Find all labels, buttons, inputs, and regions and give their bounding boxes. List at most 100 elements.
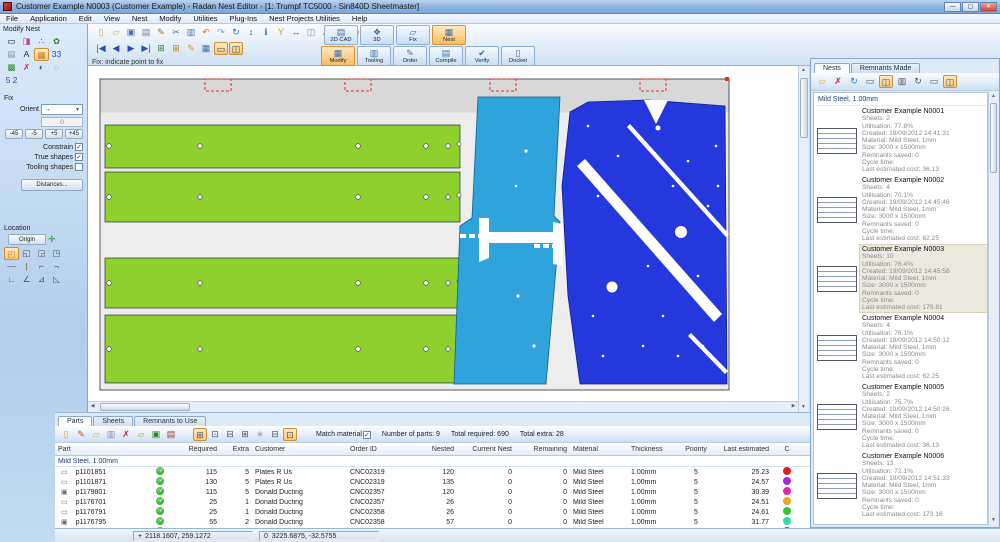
- fit-view-icon[interactable]: ↕: [244, 26, 258, 39]
- scroll-up-icon[interactable]: ▲: [799, 66, 808, 75]
- nest-canvas[interactable]: [88, 66, 798, 412]
- angle-step-button[interactable]: -45: [5, 129, 23, 139]
- add-sheet-icon[interactable]: ⊞: [154, 42, 168, 55]
- col-colour[interactable]: C: [772, 446, 802, 453]
- new-part-icon[interactable]: ▯: [59, 428, 73, 441]
- col-last-estimated[interactable]: Last estimated: [714, 446, 772, 453]
- view-large-icons-icon[interactable]: ▭: [863, 75, 877, 88]
- view-refresh-icon[interactable]: ↻: [911, 75, 925, 88]
- nests-panel-tab[interactable]: Nests: [814, 63, 850, 73]
- pencil-icon[interactable]: ✎: [154, 26, 168, 39]
- distances-button[interactable]: Distances...: [21, 179, 83, 191]
- sequence-icon[interactable]: 5 2: [4, 74, 19, 87]
- angle-step-button[interactable]: +45: [65, 129, 83, 139]
- triangle-left-icon[interactable]: ◺: [49, 273, 64, 286]
- edit-sequence-icon[interactable]: ✎: [184, 42, 198, 55]
- next-nest-icon[interactable]: ▶: [124, 42, 138, 55]
- material-group-row[interactable]: Mild Steel, 1.00mm: [55, 456, 810, 467]
- array-pair-icon[interactable]: 33: [49, 48, 64, 61]
- view-list-icon[interactable]: ⊟: [223, 428, 237, 441]
- corner-right-icon[interactable]: ¬: [49, 260, 64, 273]
- previous-nest-icon[interactable]: ◀: [109, 42, 123, 55]
- workflow-button[interactable]: ▤ Compile: [429, 46, 463, 66]
- menu-item[interactable]: Plug-Ins: [224, 14, 264, 23]
- scroll-down-icon[interactable]: ▼: [989, 516, 998, 525]
- delete-part-icon[interactable]: ✗: [19, 61, 34, 74]
- corner-top-icon[interactable]: ⌐: [34, 260, 49, 273]
- save-icon[interactable]: ▣: [124, 26, 138, 39]
- view-sort-icon[interactable]: ∗: [253, 428, 267, 441]
- origin-button[interactable]: Origin: [8, 234, 46, 245]
- align-bottom-left-icon[interactable]: ◱: [19, 247, 34, 260]
- angle-step-button[interactable]: -5: [25, 129, 43, 139]
- edit-part-icon[interactable]: ✎: [74, 428, 88, 441]
- workflow-button[interactable]: ❖ 3D: [360, 25, 394, 45]
- nest-entry[interactable]: ▱Customer Example N0005 Sheets: 2 Utilis…: [816, 383, 987, 450]
- nests-scrollbar[interactable]: ▲ ▼: [988, 92, 998, 525]
- new-drawing-icon[interactable]: ▯: [94, 26, 108, 39]
- minimize-button[interactable]: —: [944, 2, 961, 12]
- view-details-icon[interactable]: ◫: [879, 75, 893, 88]
- view-small-icon[interactable]: ⊡: [208, 428, 222, 441]
- view-list-icon[interactable]: ▥: [895, 75, 909, 88]
- undo-icon[interactable]: ↶: [199, 26, 213, 39]
- view-small-icons-icon[interactable]: ▭: [927, 75, 941, 88]
- apply-part-icon[interactable]: ▣: [149, 428, 163, 441]
- scroll-left-icon[interactable]: ◀: [88, 402, 97, 411]
- col-priority[interactable]: Priority: [678, 446, 714, 453]
- scroll-up-icon[interactable]: ▲: [989, 92, 998, 101]
- triangle-icon[interactable]: ⊿: [34, 273, 49, 286]
- parts-table-header[interactable]: Part Required Extra Customer Order ID Ne…: [55, 444, 810, 456]
- col-nested[interactable]: Nested: [412, 446, 457, 453]
- align-horizontal-icon[interactable]: —: [4, 260, 19, 273]
- text-tool-icon[interactable]: A: [19, 48, 34, 61]
- scrollbar-thumb[interactable]: [100, 403, 190, 411]
- lead-in-icon[interactable]: ✿: [49, 35, 64, 48]
- menu-item[interactable]: Application: [24, 14, 73, 23]
- import-part-icon[interactable]: ▱: [89, 428, 103, 441]
- scroll-right-icon[interactable]: ▶: [789, 402, 798, 411]
- col-material[interactable]: Material: [570, 446, 628, 453]
- tiled-window-icon[interactable]: ◫: [229, 42, 243, 55]
- checkbox[interactable]: ✓: [75, 143, 83, 151]
- print-icon[interactable]: ▤: [139, 26, 153, 39]
- report-part-icon[interactable]: ▤: [164, 428, 178, 441]
- open-nest-icon[interactable]: ▱: [815, 75, 829, 88]
- match-material-checkbox[interactable]: ✓: [363, 431, 371, 439]
- first-nest-icon[interactable]: |◀: [94, 42, 108, 55]
- dark-blue-parts[interactable]: [562, 100, 729, 384]
- workflow-button[interactable]: ▱ Fix: [396, 25, 430, 45]
- table-row[interactable]: ▭ p1101851 ✓ 115 5 Plates R Us CNC02319 …: [55, 467, 810, 477]
- fill-sheet-icon[interactable]: ▩: [4, 61, 19, 74]
- snap-points-icon[interactable]: ∴: [34, 35, 49, 48]
- menu-item[interactable]: Nest Projects Utilities: [263, 14, 346, 23]
- table-row[interactable]: ▭ p1176701 ✓ 25 1 Donald Ducting CNC0235…: [55, 497, 810, 507]
- align-vertical-icon[interactable]: |: [19, 260, 34, 273]
- redo-icon[interactable]: ↷: [214, 26, 228, 39]
- col-customer[interactable]: Customer: [252, 446, 347, 453]
- filter-icon[interactable]: Y: [274, 26, 288, 39]
- col-order-id[interactable]: Order ID: [347, 446, 412, 453]
- parts-panel-tab[interactable]: Sheets: [93, 416, 133, 426]
- menu-item[interactable]: Help: [346, 14, 373, 23]
- canvas-horizontal-scrollbar[interactable]: ◀ ▶: [88, 401, 798, 412]
- menu-item[interactable]: View: [98, 14, 126, 23]
- grid-icon[interactable]: ▦: [199, 42, 213, 55]
- screen-icon[interactable]: ▭: [4, 35, 19, 48]
- nest-properties-icon[interactable]: ↻: [847, 75, 861, 88]
- copy-part-icon[interactable]: ▥: [104, 428, 118, 441]
- measure-icon[interactable]: ↔: [289, 26, 303, 39]
- insert-nest-icon[interactable]: ⊞: [169, 42, 183, 55]
- table-row[interactable]: ▣ p1176795 ✓ 55 2 Donald Ducting CNC0235…: [55, 517, 810, 527]
- workflow-button[interactable]: ✔ Verify: [465, 46, 499, 66]
- align-top-left-icon[interactable]: ◰: [4, 247, 19, 260]
- workflow-button[interactable]: ▦ Nest: [432, 25, 466, 45]
- maximize-button[interactable]: ▢: [962, 2, 979, 12]
- title-bar[interactable]: Customer Example N0003 (Customer Example…: [0, 0, 1000, 14]
- table-row[interactable]: ▭ p1176791 ✓ 25 1 Donald Ducting CNC0235…: [55, 507, 810, 517]
- last-nest-icon[interactable]: ▶|: [139, 42, 153, 55]
- move-part-icon[interactable]: ▦: [34, 48, 49, 61]
- sheet-icon[interactable]: ▤: [4, 48, 19, 61]
- checkbox[interactable]: [75, 163, 83, 171]
- single-window-icon[interactable]: ▭: [214, 42, 228, 55]
